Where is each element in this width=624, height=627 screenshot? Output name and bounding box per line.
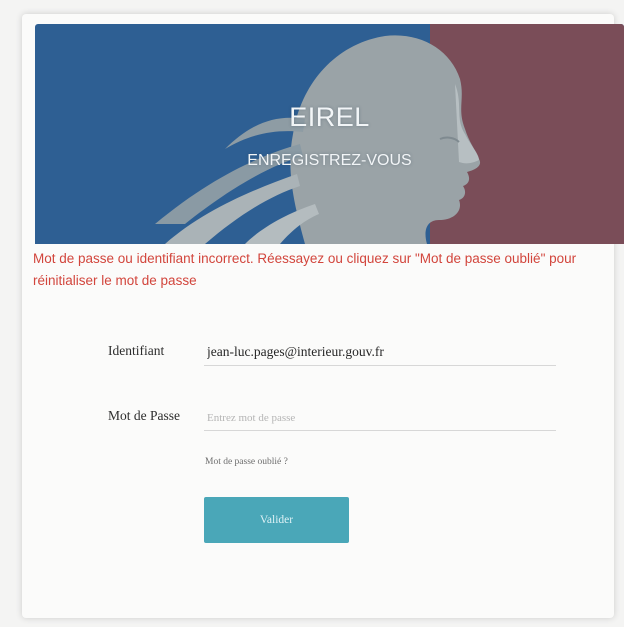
header-banner: EIREL ENREGISTREZ-VOUS: [35, 24, 624, 244]
app-subtitle: ENREGISTREZ-VOUS: [247, 152, 412, 169]
username-field[interactable]: [204, 338, 556, 366]
forgot-password-link[interactable]: Mot de passe oublié ?: [205, 457, 288, 467]
app-title: EIREL: [289, 102, 370, 132]
submit-button[interactable]: Valider: [204, 497, 349, 543]
password-field[interactable]: [204, 403, 556, 431]
password-label: Mot de Passe: [108, 408, 180, 423]
error-message: Mot de passe ou identifiant incorrect. R…: [33, 251, 577, 288]
username-label: Identifiant: [108, 343, 165, 358]
marianne-banner-image: [35, 24, 624, 244]
